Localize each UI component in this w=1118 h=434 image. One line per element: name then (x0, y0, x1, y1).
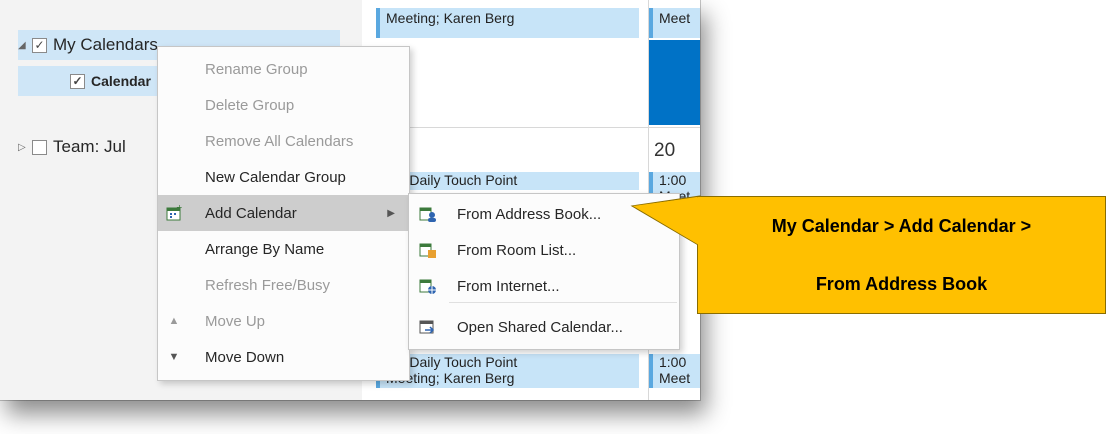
callout-line-2: From Address Book (815, 274, 988, 294)
callout-line-1: My Calendar > Add Calendar > (771, 216, 1032, 236)
callout-text: My Calendar > Add Calendar > From Addres… (697, 196, 1106, 314)
